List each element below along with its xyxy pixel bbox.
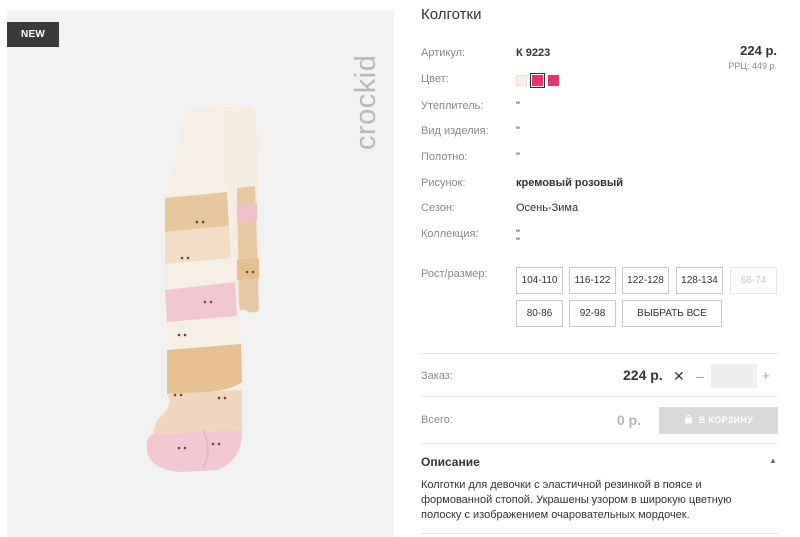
collapse-caret-icon[interactable]: ▲ [769, 456, 777, 465]
decrease-quantity-button[interactable]: – [696, 368, 704, 384]
brand-logo: crockid [342, 32, 382, 182]
divider [421, 353, 778, 354]
color-swatch-cream[interactable] [516, 75, 527, 86]
total-value: 0 р. [616, 412, 641, 428]
filler-label: Утеплитель: [421, 100, 484, 112]
color-swatch-pink[interactable] [548, 75, 559, 86]
size-option-128-134[interactable]: 128-134 [676, 267, 723, 294]
fabric-value: " [516, 151, 520, 163]
pattern-label: Рисунок: [421, 177, 466, 189]
tights-image [146, 106, 260, 472]
season-value: Осень-Зима [516, 202, 579, 214]
product-type-label: Вид изделия: [421, 125, 489, 137]
size-option-80-86[interactable]: 80-86 [516, 300, 563, 327]
shopping-bag-icon [684, 415, 692, 424]
color-swatch-pink-selected[interactable] [530, 73, 545, 88]
brand-logo-text: crockid [350, 54, 382, 150]
divider [421, 396, 778, 397]
description-title[interactable]: Описание [421, 455, 480, 469]
times-icon: ✕ [673, 368, 685, 384]
select-all-sizes-button[interactable]: ВЫБРАТЬ ВСЕ [622, 300, 722, 327]
description-text: Колготки для девочки с эластичной резинк… [421, 479, 732, 521]
total-label: Всего: [421, 414, 453, 426]
product-title: Колготки [421, 6, 482, 23]
divider [421, 533, 778, 534]
recommended-retail-price: РРЦ: 449 р. [728, 61, 777, 71]
order-unit-price: 224 р. [623, 367, 663, 383]
size-option-116-122[interactable]: 116-122 [569, 267, 616, 294]
increase-quantity-button[interactable]: + [762, 368, 770, 383]
article-label: Артикул: [421, 47, 466, 59]
add-to-cart-button[interactable]: В КОРЗИНУ [659, 407, 778, 434]
fabric-label: Полотно: [421, 151, 468, 163]
size-option-92-98[interactable]: 92-98 [569, 300, 616, 327]
collection-value-line2: " [516, 236, 520, 248]
order-label: Заказ: [421, 370, 453, 382]
article-value: К 9223 [516, 47, 551, 59]
size-option-104-110[interactable]: 104-110 [516, 267, 563, 294]
color-label: Цвет: [421, 73, 449, 85]
product-photo[interactable]: NEW crockid [7, 10, 394, 537]
add-to-cart-label: В КОРЗИНУ [698, 415, 754, 425]
pattern-value: кремовый розовый [516, 177, 624, 189]
divider [421, 443, 778, 444]
new-badge: NEW [7, 22, 59, 47]
product-price: 224 р. [740, 43, 777, 58]
collection-label: Коллекция: [421, 228, 479, 240]
product-type-value: " [516, 125, 520, 137]
size-label: Рост/размер: [421, 268, 488, 280]
quantity-input[interactable] [711, 364, 757, 388]
season-label: Сезон: [421, 202, 455, 214]
filler-value: " [516, 100, 520, 112]
size-option-122-128[interactable]: 122-128 [622, 267, 669, 294]
size-option-68-74: 68-74 [730, 267, 777, 294]
color-swatch-fill [532, 75, 543, 86]
